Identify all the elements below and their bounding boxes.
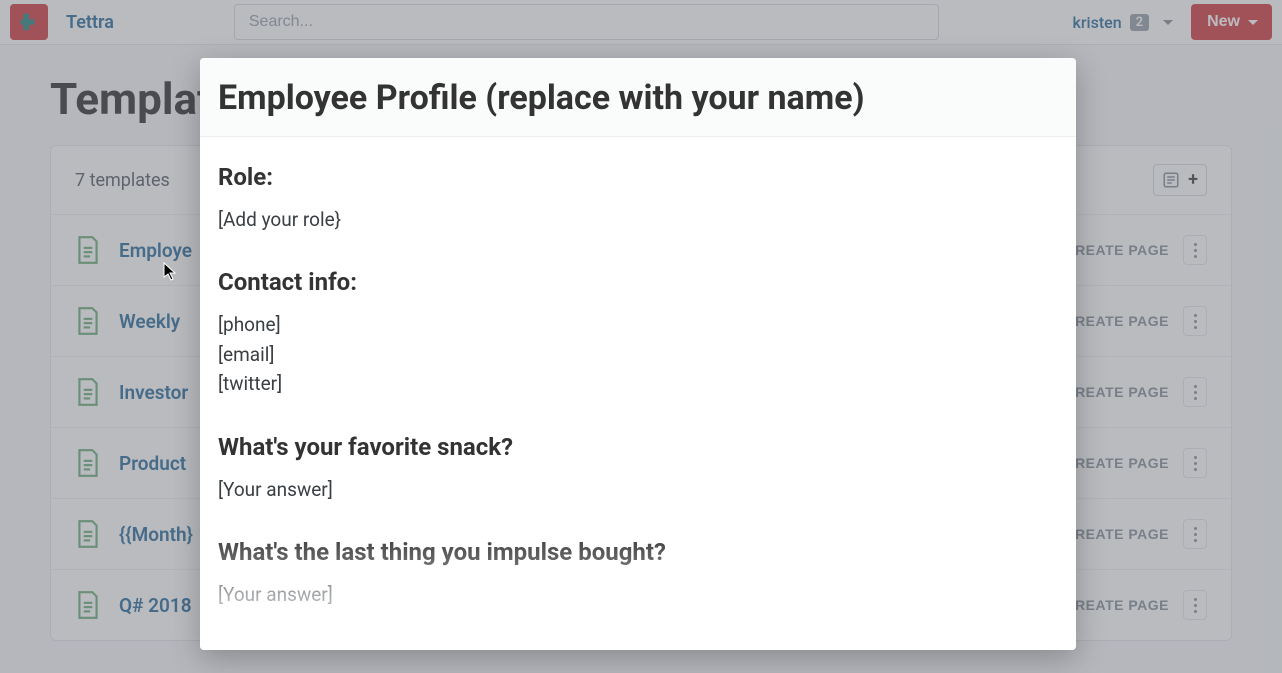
template-preview-modal: Employee Profile (replace with your name…	[200, 58, 1076, 650]
section-heading: What's your favorite snack?	[218, 433, 1058, 461]
modal-body: Role: [Add your role} Contact info: [pho…	[200, 137, 1076, 650]
section-heading: Role:	[218, 163, 1058, 191]
section-heading: Contact info:	[218, 268, 1058, 296]
modal-header: Employee Profile (replace with your name…	[200, 58, 1076, 137]
section-text: [Add your role}	[218, 205, 1058, 234]
section-heading: What's the last thing you impulse bought…	[218, 538, 1058, 566]
section-text: [Your answer]	[218, 580, 1058, 609]
modal-title: Employee Profile (replace with your name…	[218, 78, 1058, 118]
section-text: [phone]	[218, 310, 1058, 339]
section-text: [twitter]	[218, 369, 1058, 398]
section-text: [email]	[218, 340, 1058, 369]
section-text: [Your answer]	[218, 475, 1058, 504]
